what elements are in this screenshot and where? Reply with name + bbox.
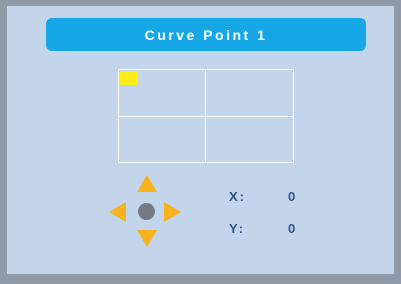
arrow-left-icon[interactable] xyxy=(109,202,126,222)
arrow-down-icon[interactable] xyxy=(137,230,157,247)
y-value: 0 xyxy=(288,221,298,236)
grid-divider-horizontal xyxy=(119,116,293,117)
curve-grid[interactable] xyxy=(118,69,294,163)
arrow-right-icon[interactable] xyxy=(164,202,181,222)
x-value: 0 xyxy=(288,189,298,204)
direction-pad xyxy=(109,175,185,251)
x-label: X: xyxy=(229,189,246,204)
center-dot-icon[interactable] xyxy=(138,203,155,220)
page-title: Curve Point 1 xyxy=(144,26,268,43)
title-bar: Curve Point 1 xyxy=(46,18,366,51)
y-label: Y: xyxy=(229,221,246,236)
arrow-up-icon[interactable] xyxy=(137,175,157,192)
curve-point-panel: Curve Point 1 X: 0 Y: 0 xyxy=(7,6,394,274)
curve-point-marker[interactable] xyxy=(120,71,138,85)
